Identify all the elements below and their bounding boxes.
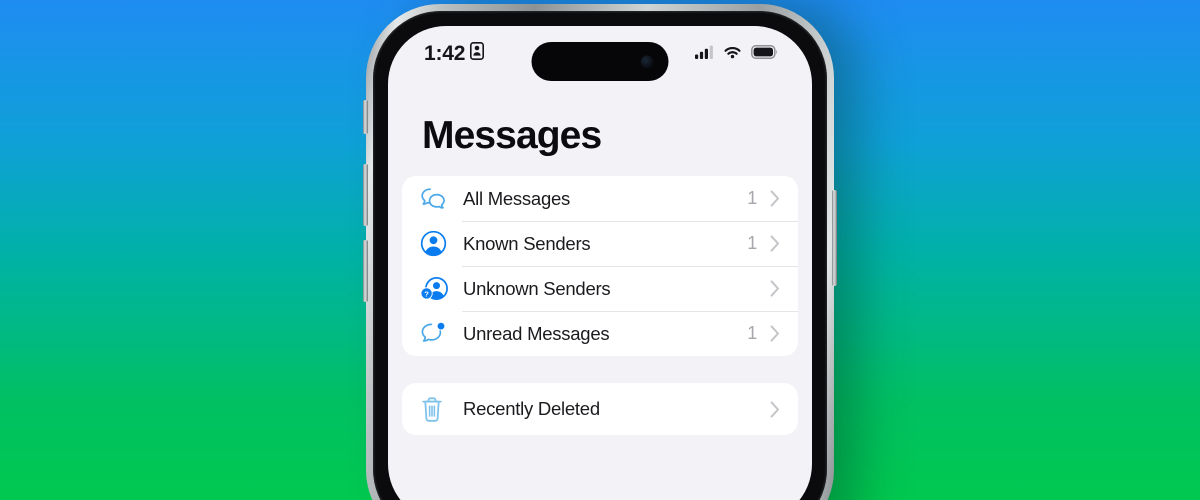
trash-can-icon (420, 396, 450, 423)
status-bar: 1:42 (388, 26, 812, 81)
speech-bubble-with-badge-icon (420, 321, 450, 346)
list-item-unknown-senders[interactable]: ? Unknown Senders (402, 266, 798, 311)
list-item-unread-messages[interactable]: Unread Messages 1 (402, 311, 798, 356)
chevron-right-icon (770, 190, 780, 207)
recently-deleted-card: Recently Deleted (402, 383, 798, 435)
battery-icon (751, 44, 778, 64)
list-item-label: Unknown Senders (463, 277, 611, 299)
list-item-label: All Messages (463, 187, 571, 209)
list-item-label: Known Senders (463, 232, 591, 254)
list-item-count: 1 (747, 323, 757, 343)
volume-down-button[interactable] (363, 240, 368, 302)
volume-up-button[interactable] (363, 164, 368, 226)
list-item-known-senders[interactable]: Known Senders 1 (402, 221, 798, 266)
action-button[interactable] (363, 100, 368, 134)
two-speech-bubbles-icon (420, 187, 450, 210)
svg-text:?: ? (424, 290, 429, 299)
settings-list: All Messages 1 Known Senders 1 ? Unknown… (388, 176, 812, 435)
status-bar-right (695, 43, 778, 64)
focus-indicator-icon (470, 42, 485, 66)
list-item-label: Unread Messages (463, 322, 610, 344)
iphone-device: 1:42 Messages All Messages 1 Known Sende… (363, 4, 837, 500)
wifi-icon (723, 45, 742, 64)
chevron-right-icon (770, 280, 780, 297)
list-item-label: Recently Deleted (463, 398, 600, 419)
chevron-right-icon (770, 235, 780, 252)
list-item-count: 1 (747, 233, 757, 253)
cellular-signal-icon (695, 45, 714, 64)
page-title: Messages (422, 114, 602, 157)
front-camera-lens-icon (640, 55, 654, 68)
device-bezel: 1:42 Messages All Messages 1 Known Sende… (373, 11, 827, 500)
list-item-all-messages[interactable]: All Messages 1 (402, 176, 798, 221)
list-item-recently-deleted[interactable]: Recently Deleted (402, 383, 798, 435)
status-bar-left: 1:42 (424, 40, 485, 66)
person-in-circle-icon (420, 230, 450, 257)
status-bar-time: 1:42 (424, 42, 466, 65)
power-button[interactable] (832, 190, 837, 286)
list-item-count: 1 (747, 188, 757, 208)
dynamic-island[interactable] (531, 42, 669, 81)
person-with-question-mark-icon: ? (420, 275, 450, 302)
chevron-right-icon (770, 325, 780, 342)
filters-card: All Messages 1 Known Senders 1 ? Unknown… (402, 176, 798, 356)
chevron-right-icon (770, 400, 780, 418)
device-screen: 1:42 Messages All Messages 1 Known Sende… (388, 26, 812, 500)
screenshot-stage: 1:42 Messages All Messages 1 Known Sende… (0, 0, 1200, 500)
